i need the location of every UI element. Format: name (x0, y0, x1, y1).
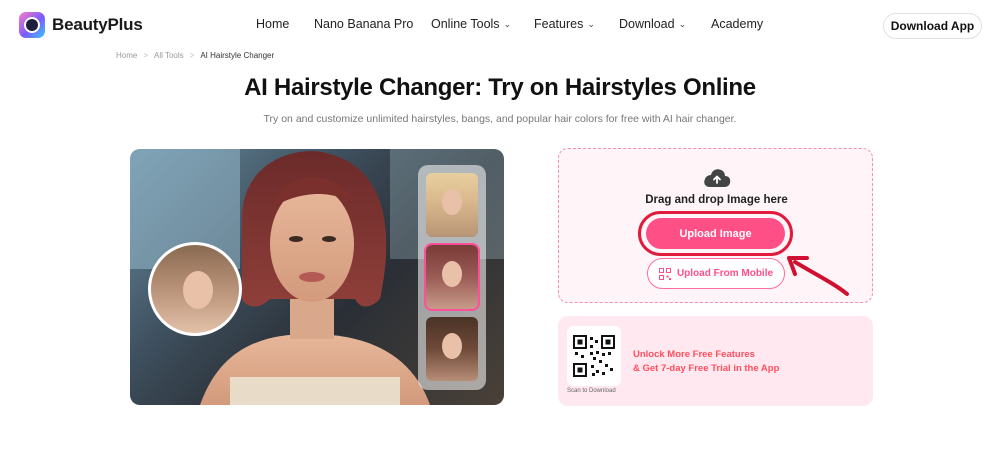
face-shape (442, 189, 462, 215)
download-qr-code (567, 326, 621, 386)
cloud-upload-icon (704, 169, 731, 187)
nav-item-online-tools[interactable]: Online Tools ⌄ (431, 17, 534, 31)
upload-from-mobile-button[interactable]: Upload From Mobile (647, 258, 785, 289)
chevron-down-icon: ⌄ (678, 18, 687, 29)
promo-line-1: Unlock More Free Features (633, 349, 755, 360)
hairstyle-option-blonde[interactable] (426, 173, 478, 237)
promo-message: Unlock More Free Features & Get 7-day Fr… (633, 348, 779, 376)
red-arrow-annotation (787, 256, 849, 296)
brand-name: BeautyPlus (52, 15, 143, 34)
nav-item-nano-banana-pro[interactable]: Nano Banana Pro (314, 17, 431, 31)
page-title: AI Hairstyle Changer: Try on Hairstyles … (244, 74, 756, 101)
upload-from-mobile-label: Upload From Mobile (676, 268, 774, 279)
top-header: BeautyPlus Home Nano Banana Pro Online T… (0, 0, 1000, 50)
nav-item-academy[interactable]: Academy (711, 17, 763, 31)
brand-logo[interactable]: BeautyPlus (19, 12, 143, 38)
upload-image-button[interactable]: Upload Image (646, 218, 785, 249)
nav-label: Download (619, 17, 675, 31)
hairstyle-option-brunette[interactable] (426, 317, 478, 381)
nav-label: Features (534, 17, 584, 31)
download-app-button[interactable]: Download App (883, 13, 982, 39)
qr-code-icon (572, 334, 616, 378)
nav-item-home[interactable]: Home (256, 17, 314, 31)
hairstyle-preview-image (130, 149, 504, 405)
main-nav: Home Nano Banana Pro Online Tools ⌄ Feat… (256, 17, 763, 31)
breadcrumb-all-tools[interactable]: All Tools (154, 51, 184, 60)
face-shape (442, 333, 462, 359)
chevron-down-icon: ⌄ (587, 18, 595, 29)
face-shape (183, 271, 213, 309)
drag-drop-text: Drag and drop Image here (645, 194, 788, 206)
hairstyle-options-strip (418, 165, 486, 390)
hairstyle-option-red-bob[interactable] (424, 243, 480, 311)
breadcrumb-separator: > (189, 51, 195, 60)
page-subtitle: Try on and customize unlimited hairstyle… (263, 113, 737, 125)
breadcrumb-current: AI Hairstyle Changer (200, 51, 275, 60)
scan-to-download-label: Scan to Download (567, 388, 616, 394)
nav-label: Academy (711, 17, 764, 31)
nav-item-features[interactable]: Features ⌄ (534, 17, 619, 31)
nav-label: Online Tools (431, 17, 500, 31)
app-promo-card[interactable]: Scan to Download Unlock More Free Featur… (558, 316, 873, 406)
nav-label: Nano Banana Pro (314, 17, 414, 31)
beautyplus-logo-icon (19, 12, 45, 38)
promo-line-2: & Get 7-day Free Trial in the App (633, 363, 780, 374)
qr-code-icon (658, 267, 671, 280)
nav-label: Home (256, 17, 290, 31)
nav-item-download[interactable]: Download ⌄ (619, 17, 711, 31)
original-photo-thumbnail (148, 242, 242, 336)
face-shape (442, 261, 462, 287)
breadcrumb-home[interactable]: Home (116, 51, 137, 60)
breadcrumb: Home > All Tools > AI Hairstyle Changer (116, 51, 274, 60)
chevron-down-icon: ⌄ (503, 18, 512, 29)
breadcrumb-separator: > (143, 51, 149, 60)
